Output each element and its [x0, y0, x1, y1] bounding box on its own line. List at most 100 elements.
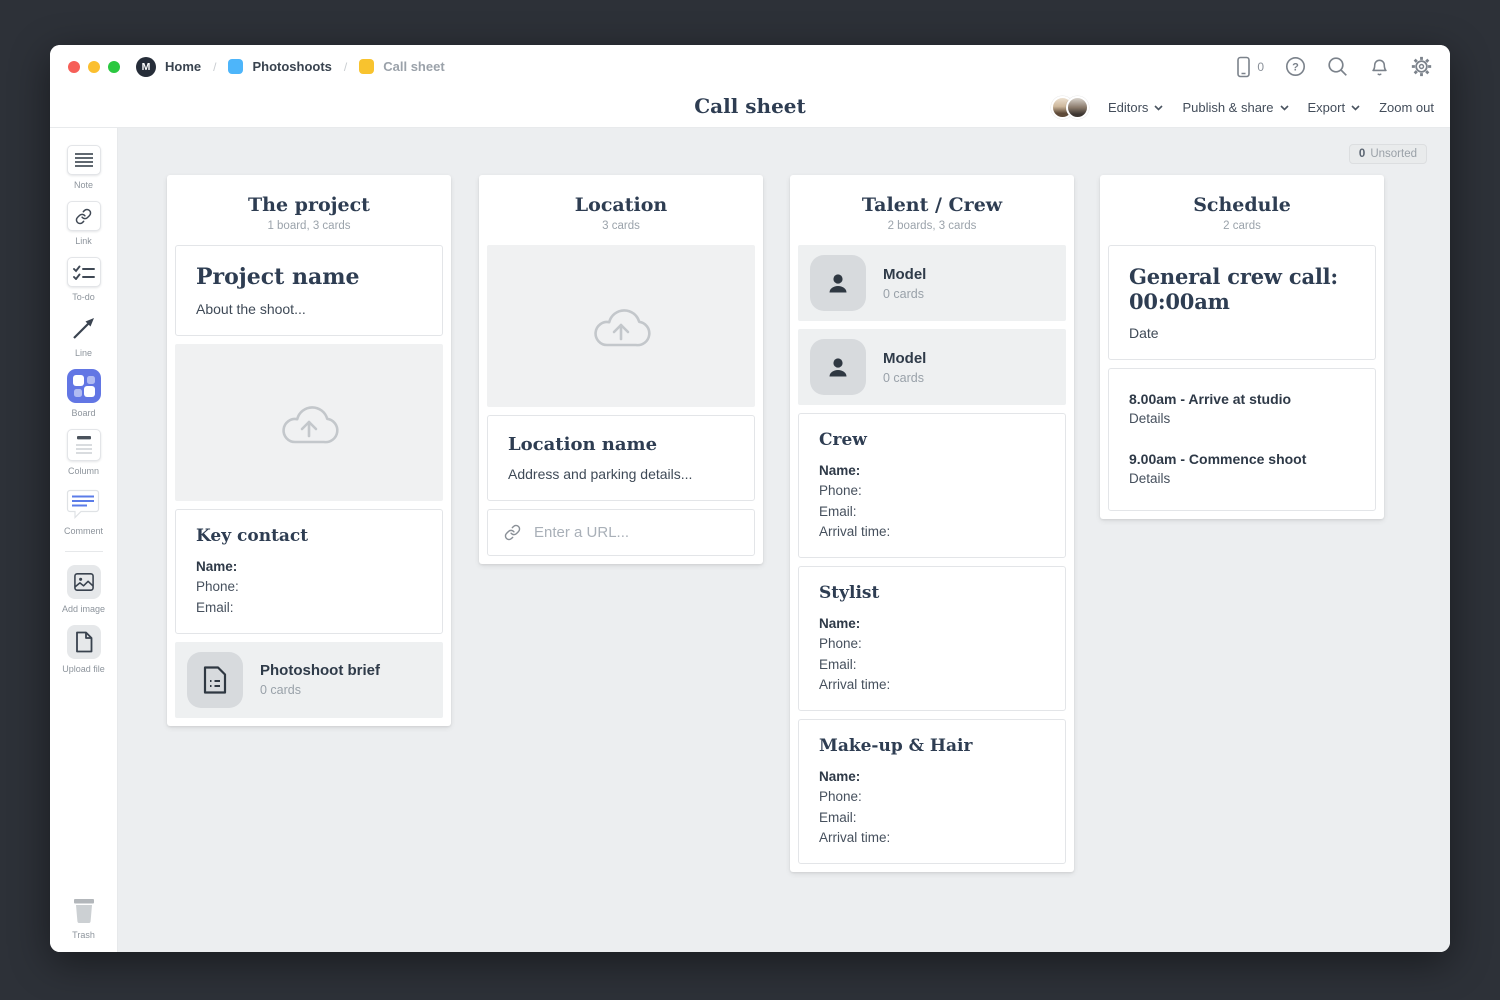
link-icon: [504, 524, 521, 541]
unsorted-badge[interactable]: 0 Unsorted: [1349, 144, 1427, 164]
mobile-icon[interactable]: 0: [1233, 56, 1264, 78]
contact-phone-line: Phone:: [196, 577, 422, 597]
breadcrumb: M Home / Photoshoots / Call sheet: [136, 57, 445, 77]
column-header[interactable]: Talent / Crew 2 boards, 3 cards: [798, 183, 1066, 245]
column-subtitle: 1 board, 3 cards: [175, 220, 443, 232]
unsorted-count: 0: [1359, 148, 1365, 160]
schedule-details: Details: [1129, 471, 1355, 486]
tool-column[interactable]: Column: [67, 429, 101, 476]
tool-comment[interactable]: Comment: [64, 487, 103, 536]
search-icon[interactable]: [1327, 56, 1348, 77]
contact-email-line: Email:: [819, 655, 1045, 675]
tool-note[interactable]: Note: [67, 145, 101, 190]
board-item-model-2[interactable]: Model 0 cards: [798, 329, 1066, 405]
editors-label: Editors: [1108, 100, 1148, 115]
tool-add-image[interactable]: Add image: [62, 565, 105, 614]
zoom-out-button[interactable]: Zoom out: [1379, 100, 1434, 115]
chevron-down-icon: [1280, 105, 1289, 111]
contact-name-line: Name:: [819, 767, 1045, 787]
note-heading: Crew: [819, 430, 1045, 450]
column-header[interactable]: Location 3 cards: [487, 183, 755, 245]
tool-board[interactable]: Board: [67, 369, 101, 418]
note-body: Address and parking details...: [508, 466, 734, 482]
image-placeholder[interactable]: [487, 245, 755, 407]
add-image-icon: [67, 565, 101, 599]
contact-arrival-line: Arrival time:: [819, 675, 1045, 695]
chevron-down-icon: [1351, 105, 1360, 111]
tool-label: Board: [71, 408, 95, 418]
minimize-window-button[interactable]: [88, 61, 100, 73]
document-icon: [187, 652, 243, 708]
tool-link[interactable]: Link: [67, 201, 101, 246]
column-talent-crew[interactable]: Talent / Crew 2 boards, 3 cards Model 0 …: [790, 175, 1074, 872]
mobile-count: 0: [1257, 60, 1264, 74]
maximize-window-button[interactable]: [108, 61, 120, 73]
unsorted-label: Unsorted: [1370, 148, 1417, 160]
board-color-swatch-icon: [359, 59, 374, 74]
column-title: Schedule: [1108, 194, 1376, 216]
export-dropdown[interactable]: Export: [1308, 100, 1361, 115]
column-header[interactable]: Schedule 2 cards: [1108, 183, 1376, 245]
column-header[interactable]: The project 1 board, 3 cards: [175, 183, 443, 245]
note-card-stylist[interactable]: Stylist Name: Phone: Email: Arrival time…: [798, 566, 1066, 711]
url-input[interactable]: [534, 524, 738, 541]
window-controls: [68, 61, 120, 73]
note-card-schedule-times[interactable]: 8.00am - Arrive at studio Details 9.00am…: [1108, 368, 1376, 511]
contact-name-line: Name:: [196, 557, 422, 577]
note-heading: General crew call: 00:00am: [1129, 264, 1355, 314]
breadcrumb-photoshoots[interactable]: Photoshoots: [252, 59, 331, 74]
note-card-project-name[interactable]: Project name About the shoot...: [175, 245, 443, 336]
note-card-location-name[interactable]: Location name Address and parking detail…: [487, 415, 755, 501]
publish-share-dropdown[interactable]: Publish & share: [1182, 100, 1288, 115]
app-window: M Home / Photoshoots / Call sheet 0 ?: [50, 45, 1450, 952]
board-item-photoshoot-brief[interactable]: Photoshoot brief 0 cards: [175, 642, 443, 718]
tool-sidebar: Note Link To-do: [50, 128, 118, 952]
tool-todo[interactable]: To-do: [67, 257, 101, 302]
column-schedule[interactable]: Schedule 2 cards General crew call: 00:0…: [1100, 175, 1384, 519]
board-item-count: 0 cards: [883, 287, 926, 301]
note-card-crew-call[interactable]: General crew call: 00:00am Date: [1108, 245, 1376, 360]
url-input-card[interactable]: [487, 509, 755, 556]
board-canvas[interactable]: 0 Unsorted The project 1 board, 3 cards …: [118, 128, 1450, 952]
gear-icon[interactable]: [1411, 56, 1432, 77]
image-placeholder[interactable]: [175, 344, 443, 501]
contact-name-line: Name:: [819, 614, 1045, 634]
breadcrumb-call-sheet[interactable]: Call sheet: [383, 59, 444, 74]
editor-avatars[interactable]: [1051, 96, 1089, 119]
board-item-model-1[interactable]: Model 0 cards: [798, 245, 1066, 321]
zoom-out-label: Zoom out: [1379, 100, 1434, 115]
trash-icon: [70, 895, 98, 925]
note-card-makeup-hair[interactable]: Make-up & Hair Name: Phone: Email: Arriv…: [798, 719, 1066, 864]
contact-phone-line: Phone:: [819, 634, 1045, 654]
column-subtitle: 2 boards, 3 cards: [798, 220, 1066, 232]
note-heading: Location name: [508, 434, 734, 455]
schedule-time: 8.00am - Arrive at studio: [1129, 391, 1355, 407]
column-location[interactable]: Location 3 cards Location name Address a…: [479, 175, 763, 564]
column-the-project[interactable]: The project 1 board, 3 cards Project nam…: [167, 175, 451, 726]
note-card-crew[interactable]: Crew Name: Phone: Email: Arrival time:: [798, 413, 1066, 558]
header-controls: Editors Publish & share Export Zoom out: [1051, 88, 1434, 127]
chevron-down-icon: [1154, 105, 1163, 111]
tool-label: Add image: [62, 604, 105, 614]
note-card-key-contact[interactable]: Key contact Name: Phone: Email:: [175, 509, 443, 634]
contact-email-line: Email:: [819, 808, 1045, 828]
board-item-count: 0 cards: [260, 683, 380, 697]
board-item-title: Model: [883, 350, 926, 367]
person-icon: [810, 339, 866, 395]
tool-upload-file[interactable]: Upload file: [62, 625, 105, 674]
breadcrumb-home[interactable]: Home: [165, 59, 201, 74]
topbar: M Home / Photoshoots / Call sheet 0 ?: [50, 45, 1450, 88]
help-icon[interactable]: ?: [1285, 56, 1306, 77]
note-body: About the shoot...: [196, 301, 422, 317]
contact-arrival-line: Arrival time:: [819, 522, 1045, 542]
close-window-button[interactable]: [68, 61, 80, 73]
app-logo-icon[interactable]: M: [136, 57, 156, 77]
column-title: Location: [487, 194, 755, 216]
contact-arrival-line: Arrival time:: [819, 828, 1045, 848]
editors-dropdown[interactable]: Editors: [1108, 100, 1163, 115]
contact-email-line: Email:: [819, 502, 1045, 522]
bell-icon[interactable]: [1369, 56, 1390, 78]
tool-line[interactable]: Line: [67, 313, 101, 358]
trash-dropzone[interactable]: Trash: [50, 895, 117, 940]
column-title: The project: [175, 194, 443, 216]
